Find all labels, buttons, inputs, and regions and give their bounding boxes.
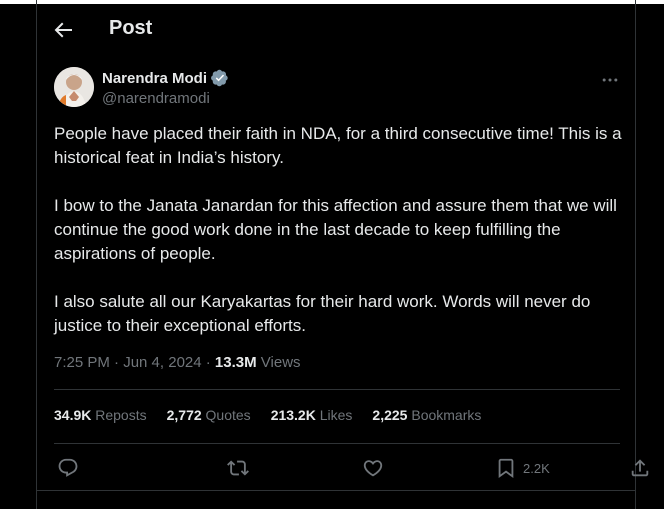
author-handle[interactable]: @narendramodi	[102, 90, 210, 107]
page-title: Post	[109, 17, 153, 39]
bookmark-icon	[498, 458, 514, 479]
divider	[37, 490, 635, 491]
reposts-count: 34.9K	[54, 407, 92, 423]
likes-label: Likes	[315, 407, 353, 423]
like-icon	[363, 460, 383, 477]
share-icon	[631, 459, 649, 477]
bookmarks-label: Bookmarks	[407, 407, 482, 423]
likes-stat[interactable]: 213.2K Likes	[271, 407, 353, 423]
bookmarks-count: 2,225	[372, 407, 408, 423]
share-button[interactable]	[629, 453, 651, 483]
post-paragraph: People have placed their faith in NDA, f…	[54, 124, 622, 167]
author-name[interactable]: Narendra Modi	[102, 69, 229, 87]
bookmark-count: 2.2K	[523, 460, 550, 476]
action-bar: 2.2K	[54, 453, 649, 483]
more-icon[interactable]	[600, 70, 620, 90]
bookmark-button[interactable]: 2.2K	[495, 453, 550, 483]
post-paragraph: I also salute all our Karyakartas for th…	[54, 292, 591, 335]
post-header: Post	[37, 4, 635, 56]
back-arrow-icon[interactable]	[51, 18, 75, 42]
reply-icon	[58, 458, 78, 477]
verified-badge-icon	[211, 69, 228, 87]
quotes-stat[interactable]: 2,772 Quotes	[167, 407, 251, 423]
quotes-count: 2,772	[166, 407, 202, 423]
repost-icon	[227, 460, 249, 476]
repost-button[interactable]	[227, 453, 249, 483]
bookmarks-stat[interactable]: 2,225 Bookmarks	[372, 407, 481, 423]
reposts-label: Reposts	[91, 407, 147, 423]
engagement-stats: 34.9K Reposts 2,772 Quotes 213.2K Likes …	[54, 407, 501, 423]
reposts-stat[interactable]: 34.9K Reposts	[54, 407, 147, 423]
post-column: Post Narendra Modi @narendramodi People …	[36, 0, 649, 509]
divider	[54, 389, 620, 390]
post-meta: 7:25 PM · Jun 4, 2024 · 13.3M Views	[54, 354, 301, 371]
views-label: Views	[256, 354, 301, 371]
avatar[interactable]	[54, 67, 94, 107]
post-text: People have placed their faith in NDA, f…	[54, 122, 624, 362]
author-name-text[interactable]: Narendra Modi	[102, 70, 207, 87]
views-count: 13.3M	[214, 354, 257, 371]
post-timestamp[interactable]: 7:25 PM · Jun 4, 2024 ·	[54, 354, 215, 371]
divider	[54, 443, 620, 444]
post-paragraph: I bow to the Janata Janardan for this af…	[54, 196, 617, 263]
reply-button[interactable]	[57, 453, 79, 483]
quotes-label: Quotes	[201, 407, 251, 423]
likes-count: 213.2K	[270, 407, 316, 423]
like-button[interactable]	[362, 453, 384, 483]
